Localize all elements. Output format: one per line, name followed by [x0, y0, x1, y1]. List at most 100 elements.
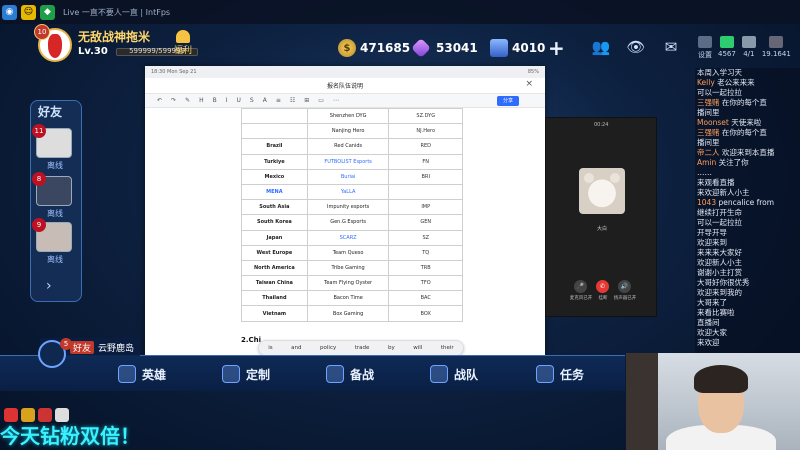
chat-text: 播间里 — [697, 138, 720, 147]
level-badge: 10 — [34, 24, 50, 40]
live-chat-panel: 本周入学习天 Kelly 老公来来来 可以一起拉拉 三强赌 在你的每个直 播间里 Mo… — [695, 68, 800, 355]
settings-tray[interactable]: 设置 — [698, 36, 712, 60]
nav-prepare[interactable]: 备战 — [326, 364, 374, 384]
window-title-strip: ◉ ☺ ◆ Live 一直不要人一直 | IntFps — [0, 0, 800, 24]
doc-toolbar-button[interactable]: S — [250, 97, 254, 104]
clock-icon — [769, 36, 784, 48]
chat-message: 欢迎大家 — [695, 328, 800, 338]
team-cell: Red Canids — [306, 138, 390, 155]
abbr-cell: FN — [388, 153, 463, 170]
team-cell: Team Queso — [306, 244, 390, 261]
doc-share-button[interactable]: 分享 — [497, 96, 519, 106]
doc-section-heading: 2.Chi — [241, 336, 262, 344]
chat-text: 欢迎新人小主 — [697, 258, 742, 267]
pin-icon[interactable]: ◆ — [40, 4, 55, 20]
doc-toolbar-button[interactable]: ↷ — [171, 97, 176, 104]
hangup-icon[interactable]: ✆ — [596, 280, 609, 293]
gold-amount: 471685 — [360, 41, 411, 55]
doc-toolbar-button[interactable]: A — [263, 97, 267, 104]
doc-toolbar-button[interactable]: I — [226, 97, 228, 104]
suggestion-word[interactable]: is — [268, 345, 272, 351]
chat-message: 来欢迎 — [695, 338, 800, 348]
friend-item[interactable]: 9 离线 — [32, 218, 74, 266]
team-cell: Bacon Time — [306, 290, 390, 307]
chat-message: 直播间 — [695, 318, 800, 328]
friend-item[interactable]: 8 离线 — [32, 172, 74, 220]
suggestion-word[interactable]: policy — [320, 345, 336, 351]
chat-message: 播间里 — [695, 108, 800, 118]
doc-toolbar-button[interactable]: B — [213, 97, 217, 104]
team-cell: Gen.G Esports — [306, 214, 390, 231]
chat-message: 三强赌 在你的每个直 — [695, 128, 800, 138]
region-cell: Mexico — [241, 168, 308, 185]
chat-text: 播间里 — [697, 108, 720, 117]
dog-ear-icon — [610, 173, 620, 183]
clock-tray: 19.1641 — [762, 36, 791, 58]
friends-icon[interactable]: 👥 — [590, 38, 612, 56]
smiley-icon[interactable]: ☺ — [21, 4, 36, 20]
region-cell: North America — [241, 259, 308, 277]
mail-icon[interactable]: ✉ — [660, 38, 682, 56]
region-cell: MENA — [241, 183, 308, 201]
app-icon[interactable]: ◉ — [2, 4, 17, 20]
suggestion-word[interactable]: will — [413, 345, 422, 351]
mic-icon[interactable]: 🎤 — [574, 280, 587, 293]
doc-toolbar-button[interactable]: ≡ — [276, 97, 281, 104]
table-row: Mexico Buriai BRI — [241, 168, 463, 185]
friends-expand-arrow-icon[interactable]: › — [46, 278, 52, 294]
window-title: Live 一直不要人一直 | IntFps — [63, 7, 171, 17]
welfare-button[interactable]: 福利 — [168, 30, 198, 56]
chat-message: 来看比赛啦 — [695, 308, 800, 318]
chat-text: 来欢迎新人小主 — [697, 188, 750, 197]
chat-text: 欢迎来到我的 — [697, 288, 742, 297]
team-cell: Shenzhen DYG — [306, 107, 390, 125]
doc-toolbar-button[interactable]: H — [199, 97, 204, 104]
doc-toolbar-button[interactable]: ☷ — [290, 97, 295, 104]
doc-toolbar-button[interactable]: ⋯ — [333, 97, 339, 104]
doc-close-icon[interactable]: × — [525, 79, 533, 89]
recharge-plus-button[interactable]: + — [548, 36, 565, 60]
doc-status-bar: 18:30 Mon Sep 21 85% — [145, 66, 545, 78]
friend-item[interactable]: 11 离线 — [32, 124, 74, 172]
speaker-icon[interactable]: 🔊 — [618, 280, 631, 293]
nav-heroes[interactable]: 英雄 — [118, 364, 166, 384]
region-cell: South Korea — [241, 214, 308, 231]
doc-toolbar-button[interactable]: ✎ — [185, 97, 190, 104]
doc-toolbar-button[interactable]: ▭ — [318, 97, 324, 104]
bell-icon — [176, 30, 190, 43]
chat-text: 来来来大家好 — [697, 248, 742, 257]
nav-tasks[interactable]: 任务 — [536, 364, 584, 384]
chat-username: 三强赌 — [697, 98, 720, 107]
chat-message: 来来来大家好 — [695, 248, 800, 258]
prepare-icon — [326, 365, 344, 383]
battery-tray: 4/1 — [741, 36, 756, 58]
nav-team[interactable]: 战队 — [430, 364, 478, 384]
table-row: Japan SCARZ SZ — [241, 229, 463, 246]
streamer-hair — [694, 365, 748, 393]
chat-text: 继续打开生命 — [697, 208, 742, 217]
suggestion-word[interactable]: trade — [355, 345, 370, 351]
doc-toolbar-button[interactable]: ⊞ — [304, 97, 309, 104]
ticket-currency[interactable]: 4010 — [490, 38, 545, 58]
team-cell: Team Flying Oyster — [306, 275, 390, 292]
nav-customize[interactable]: 定制 — [222, 364, 270, 384]
abbr-cell — [388, 183, 463, 201]
gem-currency[interactable]: 53041 — [411, 38, 478, 58]
chat-text: 欢迎来到本直播 — [721, 148, 775, 157]
gold-currency[interactable]: $ 471685 — [338, 38, 410, 58]
abbr-cell: BAC — [388, 290, 463, 307]
table-row: Brazil Red Canids RED — [241, 138, 463, 155]
chat-text: 本周入学习天 — [697, 68, 742, 77]
suggestion-word[interactable]: and — [291, 345, 301, 351]
doc-toolbar-button[interactable]: U — [237, 97, 241, 104]
eye-icon[interactable]: 👁 — [625, 38, 647, 56]
region-cell: South Asia — [241, 199, 308, 216]
suggestion-word[interactable]: by — [388, 345, 395, 351]
suggestion-word[interactable]: their — [441, 345, 454, 351]
chat-message: 本周入学习天 — [695, 68, 800, 78]
doc-toolbar-button[interactable]: ↶ — [157, 97, 162, 104]
abbr-cell: IMP — [388, 199, 463, 216]
friend-level-badge: 8 — [32, 172, 46, 186]
abbr-cell: BOX — [388, 305, 463, 322]
chat-message: 三强赌 在你的每个直 — [695, 98, 800, 108]
